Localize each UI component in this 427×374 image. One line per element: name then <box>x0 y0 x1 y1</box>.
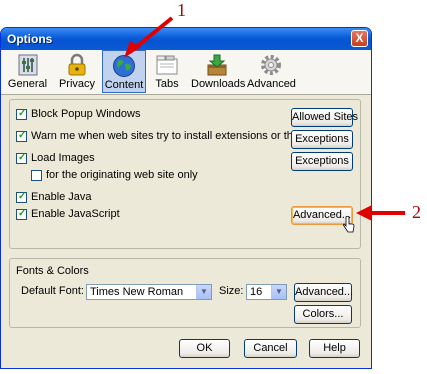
callout-number-2: 2 <box>412 202 421 222</box>
callout-number-1: 1 <box>177 0 186 20</box>
annotation-overlay <box>124 16 405 221</box>
arrowhead-2-icon <box>356 205 372 221</box>
